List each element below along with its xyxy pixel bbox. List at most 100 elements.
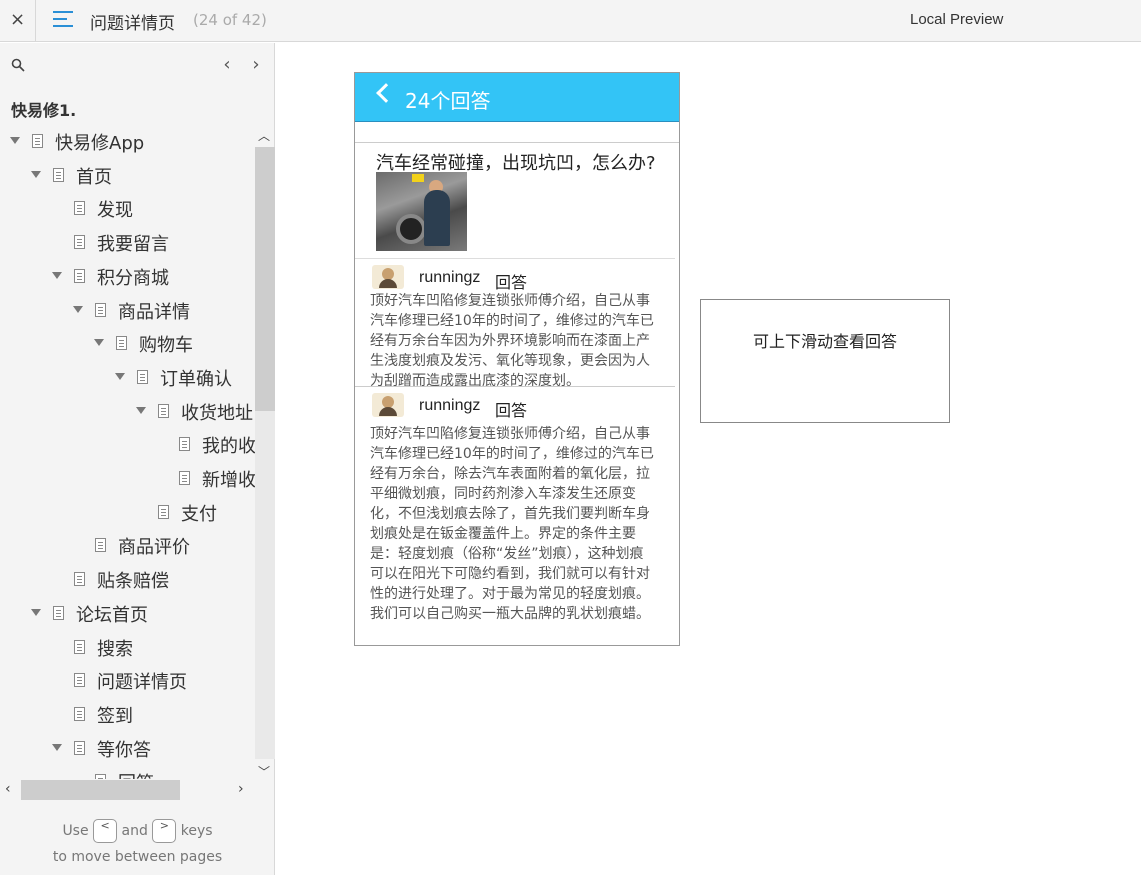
document-icon xyxy=(74,706,85,721)
tree-item[interactable]: 我要留言 xyxy=(0,228,255,258)
answer-item: runningz 回答 顶好汽车凹陷修复连锁张师傅介绍，自己从事 汽车修理已经10… xyxy=(355,391,679,641)
answer-line: 为刮蹭而造成露出底漆的深度划。 xyxy=(370,373,580,389)
tree-item[interactable]: 商品评价 xyxy=(0,531,255,561)
keys-hint: Use < and > keys to move between pages xyxy=(0,818,275,870)
triangle-down-icon[interactable] xyxy=(31,608,41,616)
tree-item-label: 论坛首页 xyxy=(76,604,148,626)
horizontal-scrollbar[interactable]: ‹ › xyxy=(0,779,255,801)
page-count: (24 of 42) xyxy=(193,11,267,29)
chevron-left-icon[interactable]: ‹ xyxy=(219,54,235,75)
tree-item[interactable]: 发现 xyxy=(0,194,255,224)
question-photo[interactable] xyxy=(376,172,467,251)
header-title: 24个回答 xyxy=(405,89,491,113)
document-icon xyxy=(53,167,64,182)
scroll-left-icon[interactable]: ‹ xyxy=(5,781,11,797)
triangle-down-icon[interactable] xyxy=(31,170,41,178)
document-icon xyxy=(32,134,43,148)
tree-item-label: 回答 xyxy=(118,769,154,779)
tree-item[interactable]: 我的收 xyxy=(0,430,255,460)
document-icon xyxy=(116,336,127,351)
chevron-right-icon[interactable]: › xyxy=(248,54,264,75)
tree-item[interactable]: 新增收 xyxy=(0,464,255,494)
search-icon[interactable] xyxy=(11,58,25,72)
tree-item-label: 搜索 xyxy=(97,638,133,660)
document-icon xyxy=(74,639,85,654)
triangle-down-icon[interactable] xyxy=(94,339,104,347)
tree-item[interactable]: 积分商城 xyxy=(0,262,255,292)
answer-line: 是：轻度划痕（俗称“发丝”划痕），这种划痕 xyxy=(370,546,644,562)
document-icon xyxy=(158,403,169,418)
vertical-scrollbar[interactable]: ︿ ﹀ xyxy=(255,127,275,779)
prev-key-icon: < xyxy=(93,819,118,843)
tree-item[interactable]: 订单确认 xyxy=(0,363,255,393)
answer-line: 生浅度划痕及发污、氧化等现象，更会因为人 xyxy=(370,353,650,369)
scroll-thumb[interactable] xyxy=(255,147,275,411)
document-icon xyxy=(74,572,85,587)
triangle-down-icon[interactable] xyxy=(73,305,83,313)
triangle-down-icon[interactable] xyxy=(136,406,146,414)
preview-label: Local Preview xyxy=(910,11,1004,28)
answer-username[interactable]: runningz xyxy=(419,397,480,415)
tree-item[interactable]: 商品详情 xyxy=(0,296,255,326)
triangle-down-icon[interactable] xyxy=(115,372,125,380)
answer-line: 汽车修理已经10年的时间了，维修过的汽车已 xyxy=(370,313,654,329)
sidebar: ‹ › 快易修1. 快易修App 首页 发现 我要留言 积分商城 商品详情 购物车 订单确认收… xyxy=(0,43,275,875)
answer-line: 我们可以自己购买一瓶大品牌的乳状划痕蜡。 xyxy=(370,606,650,622)
document-icon xyxy=(74,740,85,755)
scroll-up-icon[interactable]: ︿ xyxy=(258,127,270,144)
tree-item[interactable]: 收货地址 xyxy=(0,397,255,427)
answer-body: 顶好汽车凹陷修复连锁张师傅介绍，自己从事 汽车修理已经10年的时间了，维修过的汽车… xyxy=(370,424,674,624)
top-bar: × 问题详情页 (24 of 42) Local Preview xyxy=(0,0,1141,42)
answer-line: 汽车修理已经10年的时间了，维修过的汽车已 xyxy=(370,446,654,462)
keys-hint-line2: to move between pages xyxy=(52,849,223,865)
tree-item[interactable]: 首页 xyxy=(0,161,255,191)
triangle-down-icon[interactable] xyxy=(10,137,20,144)
document-icon xyxy=(158,504,169,519)
tree-item-label: 我要留言 xyxy=(97,234,169,256)
tree-item-label: 我的收 xyxy=(202,436,255,458)
tree-item-label: 积分商城 xyxy=(97,267,169,289)
avatar xyxy=(372,265,404,289)
scroll-down-icon[interactable]: ﹀ xyxy=(258,763,270,780)
triangle-down-icon[interactable] xyxy=(52,743,62,751)
tree-item[interactable]: 问题详情页 xyxy=(0,666,255,696)
tree-item-label: 购物车 xyxy=(139,335,193,357)
tree-item[interactable]: 论坛首页 xyxy=(0,599,255,629)
document-icon xyxy=(74,268,85,283)
document-icon xyxy=(179,437,190,452)
tree-item-label: 收货地址 xyxy=(181,402,253,424)
answer-tag: 回答 xyxy=(495,401,528,420)
document-icon xyxy=(179,471,190,485)
tree-item[interactable]: 贴条赔偿 xyxy=(0,565,255,595)
tree-item-label: 新增收 xyxy=(202,470,255,491)
document-icon xyxy=(53,605,64,620)
tree-item-label: 问题详情页 xyxy=(97,672,187,694)
document-icon xyxy=(74,673,85,688)
divider xyxy=(355,386,675,387)
phone-mockup: 24个回答 汽车经常碰撞，出现坑凹，怎么办? runningz 回答 顶好汽车凹… xyxy=(354,72,680,646)
tree-item[interactable]: 购物车 xyxy=(0,329,255,359)
tree-item[interactable]: 回答 xyxy=(0,767,255,779)
close-icon[interactable]: × xyxy=(0,0,36,42)
tree-item-label: 发现 xyxy=(97,200,133,222)
tree-item[interactable]: 等你答 xyxy=(0,734,255,764)
triangle-down-icon[interactable] xyxy=(52,271,62,279)
horizontal-scroll-thumb[interactable] xyxy=(21,780,180,800)
tree-item-label: 等你答 xyxy=(97,739,151,761)
hamburger-menu-icon[interactable] xyxy=(53,10,73,30)
answer-body: 顶好汽车凹陷修复连锁张师傅介绍，自己从事 汽车修理已经10年的时间了，维修过的汽车… xyxy=(370,291,674,391)
avatar xyxy=(372,393,404,417)
back-chevron-icon[interactable] xyxy=(376,83,396,103)
tree-item[interactable]: 签到 xyxy=(0,700,255,730)
scroll-right-icon[interactable]: › xyxy=(238,781,244,797)
tree-item[interactable]: 支付 xyxy=(0,498,255,528)
tree-item[interactable]: 快易修App xyxy=(0,127,255,157)
tree-item-label: 支付 xyxy=(181,503,217,525)
page-title: 问题详情页 xyxy=(90,14,175,34)
answer-username[interactable]: runningz xyxy=(419,269,480,287)
tree-item-label: 商品详情 xyxy=(118,301,190,323)
tree-item[interactable]: 搜索 xyxy=(0,633,255,663)
tree-item-label: 签到 xyxy=(97,705,133,727)
answer-line: 划痕处是在钣金覆盖件上。界定的条件主要 xyxy=(370,526,636,542)
document-icon xyxy=(137,369,148,384)
